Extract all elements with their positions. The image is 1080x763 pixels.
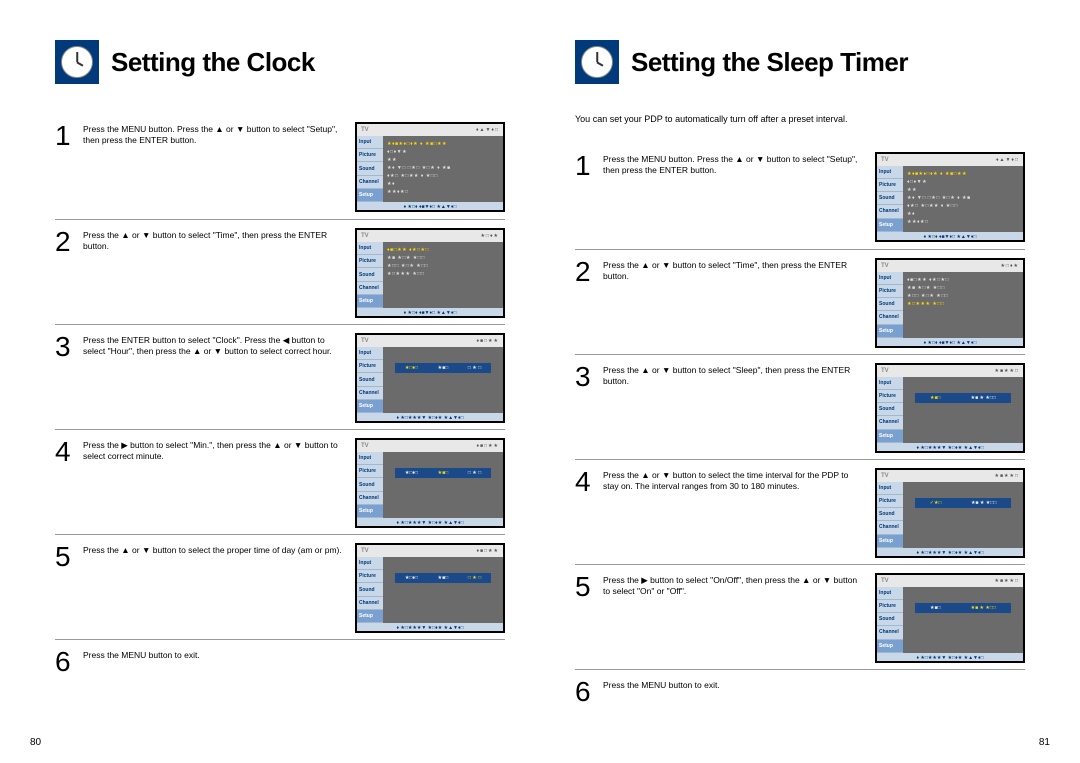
page-title: Setting the Clock <box>111 47 315 78</box>
tv-screenshot: TV♦▲▼♦□ InputPictureSoundChannelSetup ★♦… <box>355 122 505 212</box>
step-number: 4 <box>575 468 603 496</box>
step-row: 4 Press the ▶ button to select "Min.", t… <box>55 429 505 534</box>
step-number: 3 <box>575 363 603 391</box>
step-number: 5 <box>55 543 83 571</box>
page-header: Setting the Clock <box>55 40 505 84</box>
step-row: 5 Press the ▲ or ▼ button to select the … <box>55 534 505 639</box>
step-number: 2 <box>55 228 83 256</box>
manual-page-left: Setting the Clock 1 Press the MENU butto… <box>0 0 540 763</box>
step-row: 2 Press the ▲ or ▼ button to select "Tim… <box>575 249 1025 354</box>
tv-screenshot: TV★■★★□ InputPictureSoundChannelSetup ★■… <box>875 363 1025 453</box>
clock-icon <box>575 40 619 84</box>
step-row: 4 Press the ▲ or ▼ button to select the … <box>575 459 1025 564</box>
step-number: 6 <box>575 678 603 706</box>
page-number: 81 <box>1039 737 1050 748</box>
step-text: Press the ▲ or ▼ button to select "Sleep… <box>603 363 875 388</box>
step-text: Press the ENTER button to select "Clock"… <box>83 333 355 358</box>
tv-screenshot: TV♦■□★★ InputPictureSoundChannelSetup ★□… <box>355 438 505 528</box>
clock-icon <box>55 40 99 84</box>
tv-sidebar: InputPictureSoundChannelSetup <box>357 136 383 202</box>
page-title: Setting the Sleep Timer <box>631 47 908 78</box>
step-number: 3 <box>55 333 83 361</box>
step-text: Press the ▲ or ▼ button to select the pr… <box>83 543 355 556</box>
step-row: 6 Press the MENU button to exit. <box>575 669 1025 706</box>
step-number: 4 <box>55 438 83 466</box>
step-row: 6 Press the MENU button to exit. <box>55 639 505 676</box>
step-text: Press the ▲ or ▼ button to select "Time"… <box>603 258 875 283</box>
step-row: 1 Press the MENU button. Press the ▲ or … <box>575 144 1025 249</box>
tv-screenshot: TV★■★★□ InputPictureSoundChannelSetup ✓★… <box>875 468 1025 558</box>
tv-screenshot: TV★□♦★ InputPictureSoundChannelSetup ♦■□… <box>875 258 1025 348</box>
tv-screenshot: TV★□♦★ InputPictureSoundChannelSetup ♦■□… <box>355 228 505 318</box>
step-text: Press the ▲ or ▼ button to select the ti… <box>603 468 875 493</box>
tv-screenshot: TV♦■□★★ InputPictureSoundChannelSetup ★□… <box>355 333 505 423</box>
tv-screenshot: TV♦■□★★ InputPictureSoundChannelSetup ★□… <box>355 543 505 633</box>
page-number: 80 <box>30 737 41 748</box>
step-row: 1 Press the MENU button. Press the ▲ or … <box>55 114 505 219</box>
step-number: 1 <box>575 152 603 180</box>
step-text: Press the MENU button to exit. <box>603 678 1025 691</box>
step-text: Press the MENU button to exit. <box>83 648 505 661</box>
tv-screenshot: TV★■★★□ InputPictureSoundChannelSetup ★■… <box>875 573 1025 663</box>
step-number: 6 <box>55 648 83 676</box>
tv-screenshot: TV♦▲▼♦□ InputPictureSoundChannelSetup ★♦… <box>875 152 1025 242</box>
page-header: Setting the Sleep Timer <box>575 40 1025 84</box>
step-row: 3 Press the ▲ or ▼ button to select "Sle… <box>575 354 1025 459</box>
step-number: 1 <box>55 122 83 150</box>
step-text: Press the ▲ or ▼ button to select "Time"… <box>83 228 355 253</box>
step-number: 5 <box>575 573 603 601</box>
step-number: 2 <box>575 258 603 286</box>
step-text: Press the MENU button. Press the ▲ or ▼ … <box>603 152 875 177</box>
step-text: Press the MENU button. Press the ▲ or ▼ … <box>83 122 355 147</box>
step-row: 5 Press the ▶ button to select "On/Off",… <box>575 564 1025 669</box>
step-row: 3 Press the ENTER button to select "Cloc… <box>55 324 505 429</box>
step-text: Press the ▶ button to select "Min.", the… <box>83 438 355 463</box>
manual-page-right: Setting the Sleep Timer You can set your… <box>540 0 1080 763</box>
step-text: Press the ▶ button to select "On/Off", t… <box>603 573 875 598</box>
step-row: 2 Press the ▲ or ▼ button to select "Tim… <box>55 219 505 324</box>
intro-text: You can set your PDP to automatically tu… <box>575 114 1025 126</box>
